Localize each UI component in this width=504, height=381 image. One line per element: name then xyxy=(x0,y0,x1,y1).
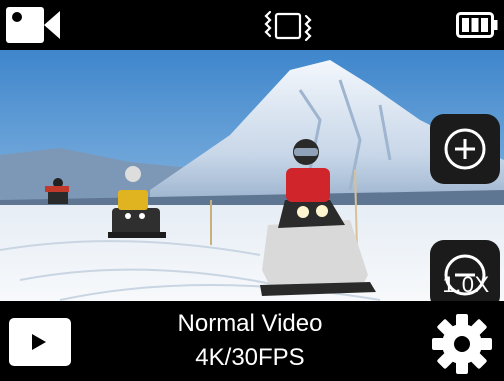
battery-icon xyxy=(456,12,498,38)
top-bar xyxy=(0,0,504,50)
resolution-label: 4K/30FPS xyxy=(195,344,305,371)
zoom-in-button[interactable] xyxy=(430,114,500,184)
play-icon xyxy=(32,334,46,350)
playback-button[interactable] xyxy=(9,318,71,366)
settings-button[interactable] xyxy=(430,312,494,376)
gear-icon xyxy=(432,314,492,374)
stabilization-icon xyxy=(262,8,314,44)
zoom-level-label: 1.0X xyxy=(442,272,490,297)
bottom-bar: Normal Video 4K/30FPS xyxy=(0,301,504,381)
camera-screen: 1.0X Normal Video 4K/30FPS xyxy=(0,0,504,381)
camera-preview xyxy=(0,50,504,301)
plus-circle-icon xyxy=(444,128,486,170)
video-mode-label: Normal Video xyxy=(177,310,323,337)
video-camera-icon[interactable] xyxy=(6,7,62,43)
